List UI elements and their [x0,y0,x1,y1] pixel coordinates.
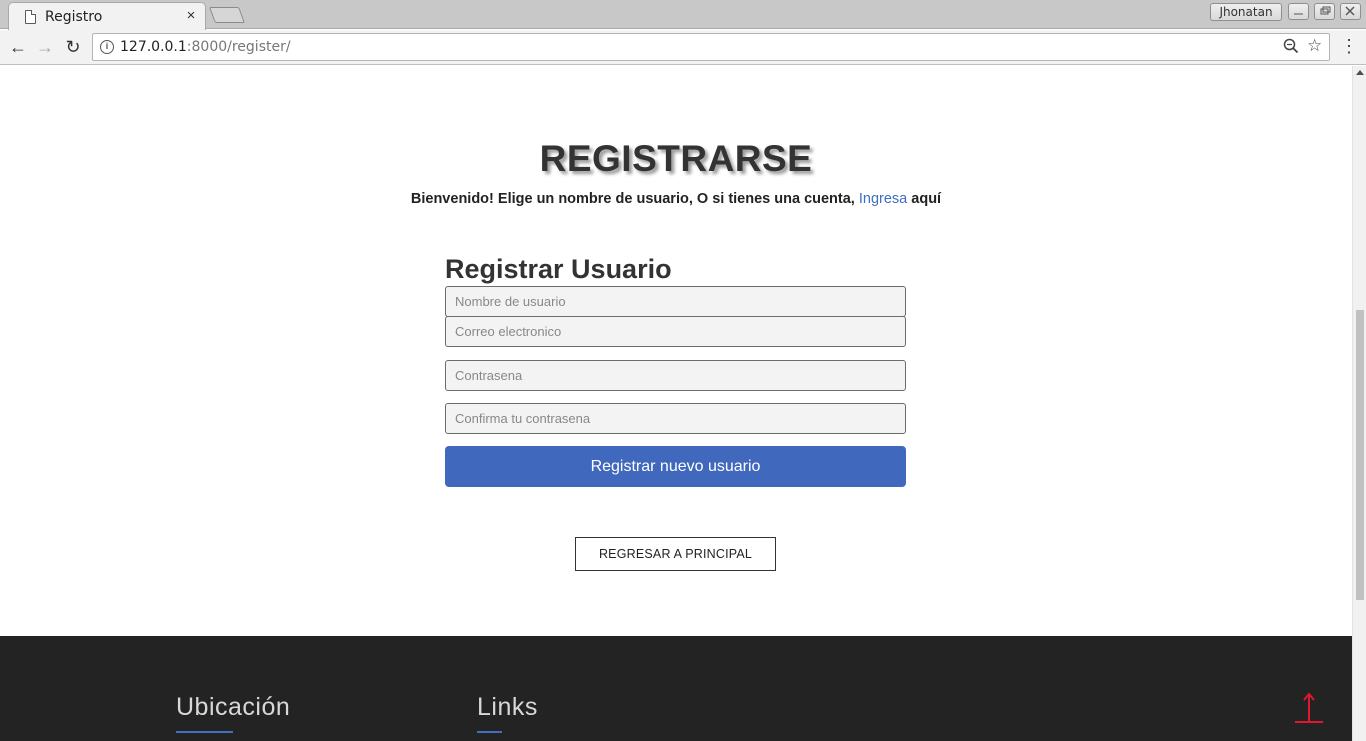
footer-location-heading: Ubicación [176,693,291,721]
url-text[interactable]: 127.0.0.1:8000/register/ [120,39,291,55]
email-field[interactable] [445,316,906,347]
restore-icon [1320,6,1331,15]
profile-button[interactable]: Jhonatan [1210,3,1282,21]
password-field[interactable] [445,360,906,391]
browser-tab[interactable]: Registro × [8,2,206,30]
minimize-icon [1294,13,1303,15]
scroll-thumb[interactable] [1356,310,1364,600]
back-to-home-button[interactable]: REGRESAR A PRINCIPAL [575,537,776,571]
forward-icon[interactable]: → [35,37,55,57]
close-window-icon [1345,6,1355,16]
page-content: REGISTRARSE Bienvenido! Elige un nombre … [0,66,1352,741]
scroll-top-arrow-icon[interactable] [1294,691,1324,725]
star-icon[interactable]: ☆ [1307,36,1322,56]
register-button[interactable]: Registrar nuevo usuario [445,446,906,487]
info-icon[interactable]: i [100,40,114,54]
menu-icon[interactable]: ⋮ [1340,37,1358,57]
login-link[interactable]: Ingresa [859,191,907,207]
page-scrollbar[interactable] [1352,66,1366,741]
footer-links-heading: Links [477,693,538,721]
browser-toolbar: ← → ↻ i 127.0.0.1:8000/register/ ☆ ⋮ [0,30,1366,65]
minimize-button[interactable] [1288,3,1309,20]
new-tab-button[interactable] [209,7,245,23]
maximize-button[interactable] [1314,3,1335,20]
username-field[interactable] [445,286,906,317]
address-bar[interactable]: i 127.0.0.1:8000/register/ ☆ [92,33,1330,61]
tab-title: Registro [45,9,103,25]
zoom-icon[interactable] [1283,38,1299,58]
confirm-password-field[interactable] [445,403,906,434]
form-title: Registrar Usuario [445,254,672,284]
footer-location-underline [176,731,233,733]
page-title: REGISTRARSE [539,138,813,179]
welcome-text: Bienvenido! Elige un nombre de usuario, … [410,191,942,207]
close-window-button[interactable] [1340,3,1361,20]
reload-icon[interactable]: ↻ [63,37,83,57]
scroll-up-icon[interactable] [1356,70,1364,75]
page-icon [25,10,36,24]
back-icon[interactable]: ← [8,37,28,57]
close-icon[interactable]: × [183,7,199,24]
footer: Ubicación Links [0,636,1352,741]
tab-bar: Registro × Jhonatan [0,0,1366,30]
footer-links-underline [477,731,502,733]
